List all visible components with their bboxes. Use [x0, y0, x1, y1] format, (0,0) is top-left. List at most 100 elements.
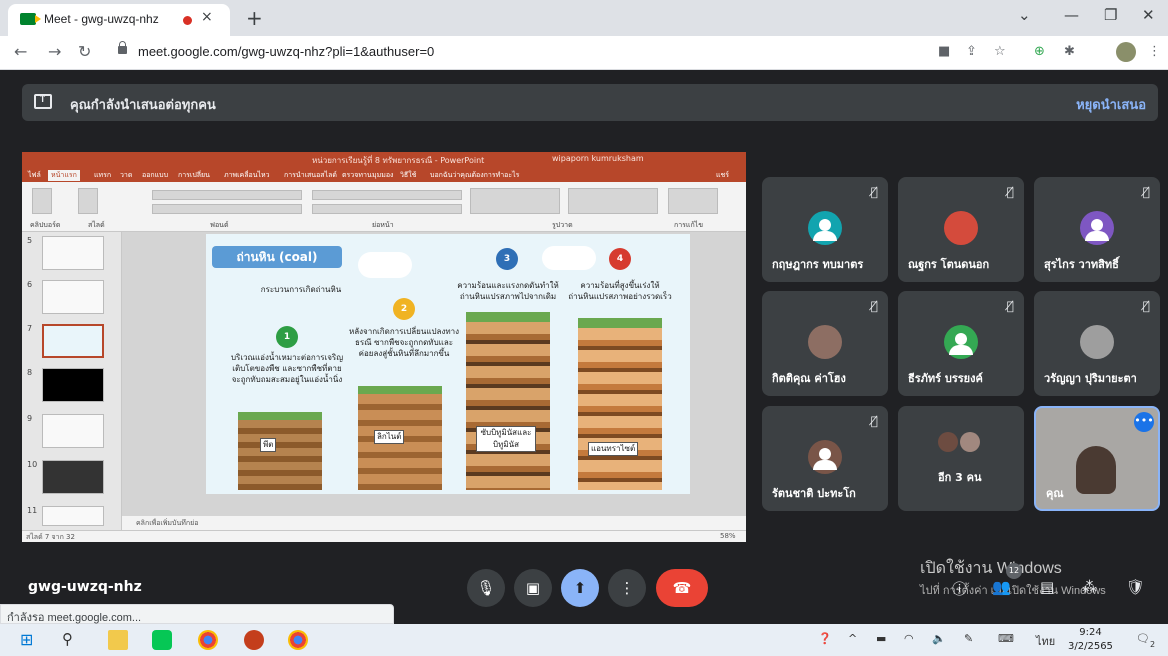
taskbar-clock[interactable]: 9:24 3/2/2565	[1068, 626, 1113, 654]
slide-thumbnail[interactable]	[42, 506, 104, 526]
forward-icon[interactable]: →	[48, 42, 61, 61]
close-window-button[interactable]: ✕	[1142, 6, 1155, 24]
participant-tile[interactable]: 🎙̸ ธีรภัทร์ บรรยงค์	[898, 291, 1024, 396]
notification-count: 2	[1150, 640, 1156, 649]
anthracite-layer	[578, 318, 662, 490]
file-explorer-icon[interactable]	[108, 630, 128, 650]
present-button[interactable]: ⬆	[561, 569, 599, 607]
chat-icon[interactable]: ▤	[1040, 578, 1054, 596]
leave-call-button[interactable]: ☎	[656, 569, 708, 607]
slide-thumbnail[interactable]	[42, 236, 104, 270]
step-number: 2	[393, 298, 415, 320]
powerpoint-title: หน่วยการเรียนรู้ที่ 8 ทรัพยากรธรณี - Pow…	[312, 156, 485, 165]
lock-icon[interactable]	[118, 41, 127, 54]
step-text: หลังจากเกิดการเปลี่ยนแปลงทางธรณี ซากพืชจ…	[348, 327, 460, 358]
self-view-tile[interactable]: ••• คุณ	[1034, 406, 1160, 511]
presenting-banner: คุณกำลังนำเสนอต่อทุกคน หยุดนำเสนอ	[22, 84, 1158, 121]
slide-number: 7	[27, 324, 33, 333]
browser-tab[interactable]: Meet - gwg-uwzq-nhz ×	[8, 4, 230, 36]
pen-icon[interactable]: ✎	[964, 632, 973, 645]
restore-button[interactable]: ❐	[1104, 6, 1117, 24]
info-icon[interactable]: ⓘ	[952, 578, 967, 599]
bookmark-star-icon[interactable]: ☆	[994, 44, 1006, 59]
more-options-button[interactable]: ⋮	[608, 569, 646, 607]
chrome-icon[interactable]	[288, 630, 308, 650]
participant-tile[interactable]: 🎙̸ วรัญญา ปุริมายะตา	[1034, 291, 1160, 396]
search-icon[interactable]: ⚲	[62, 630, 82, 650]
stage-tag: พีต	[260, 438, 277, 452]
participant-count-badge: 12	[1006, 563, 1022, 579]
slide[interactable]: ถ่านหิน (coal) กระบวนการเกิดถ่านหิน 1 บร…	[206, 234, 690, 494]
line-app-icon[interactable]	[152, 630, 172, 650]
present-screen-icon	[34, 92, 52, 109]
browser-toolbar: ← → ↻ meet.google.com/gwg-uwzq-nhz?pli=1…	[0, 36, 1168, 70]
zoom-level: 58%	[720, 532, 736, 540]
network-icon[interactable]: ◠	[904, 632, 914, 645]
keyboard-icon[interactable]: ⌨	[998, 632, 1014, 645]
participant-name: ธีรภัทร์ บรรยงค์	[908, 372, 983, 385]
paragraph-box	[312, 190, 462, 200]
more-options-icon[interactable]: •••	[1134, 412, 1154, 432]
windows-taskbar: ⊞ ⚲ ❓ ^ ▬ ◠ 🔈 ✎ ⌨ ไทย 9:24 3/2/2565 🗨 2	[0, 624, 1168, 656]
browser-tab-strip: Meet - gwg-uwzq-nhz × + ⌄ — ❐ ✕	[0, 0, 1168, 36]
participant-tile[interactable]: 🎙̸ กฤษฎากร ทบมาตร	[762, 177, 888, 282]
participant-name: คุณ	[1046, 487, 1064, 500]
pp-menu-item: วาด	[120, 171, 133, 179]
notification-icon[interactable]: 🗨	[1136, 632, 1150, 645]
profile-avatar[interactable]	[1116, 42, 1136, 62]
tab-search-icon[interactable]: ⌄	[1018, 6, 1031, 24]
tab-close-button[interactable]: ×	[201, 9, 213, 25]
stop-presenting-button[interactable]: หยุดนำเสนอ	[1076, 94, 1146, 115]
camera-in-use-icon[interactable]: ■	[938, 44, 950, 59]
font-format-box	[152, 204, 302, 214]
extension-icon[interactable]: ⊕	[1034, 44, 1045, 59]
input-language[interactable]: ไทย	[1036, 632, 1055, 650]
slide-subtitle: กระบวนการเกิดถ่านหิน	[260, 285, 342, 294]
volume-icon[interactable]: 🔈	[932, 632, 946, 645]
avatar	[944, 325, 978, 359]
step-number: 4	[609, 248, 631, 270]
reload-icon[interactable]: ↻	[78, 42, 91, 61]
mic-button[interactable]: 🎙	[467, 569, 505, 607]
participant-tile[interactable]: 🎙̸ รัตนชาติ ปะทะโก	[762, 406, 888, 511]
slide-thumbnail[interactable]	[42, 368, 104, 402]
slide-thumbnail[interactable]	[42, 414, 104, 448]
windows-start-icon[interactable]: ⊞	[20, 630, 40, 650]
minimize-button[interactable]: —	[1064, 6, 1079, 24]
chrome-icon[interactable]	[198, 630, 218, 650]
back-icon[interactable]: ←	[14, 42, 27, 61]
windows-activation-sub: ไปที่ การตั้งค่า เพื่อเปิดใช้งาน Windows	[920, 585, 1106, 597]
font-box	[152, 190, 302, 200]
tray-chevron-icon[interactable]: ^	[848, 632, 857, 645]
participant-tile[interactable]: 🎙̸ ณฐกร โตนดนอก	[898, 177, 1024, 282]
step-number: 1	[276, 326, 298, 348]
peat-layer	[238, 412, 322, 490]
powerpoint-icon[interactable]	[244, 630, 264, 650]
activities-icon[interactable]: ⁂	[1082, 578, 1097, 596]
share-icon[interactable]: ⇪	[966, 44, 977, 59]
new-tab-button[interactable]: +	[246, 6, 263, 30]
meeting-code: gwg-uwzq-nhz	[28, 579, 142, 595]
participant-tile[interactable]: 🎙̸ สุรไกร วาทสิทธิ์	[1034, 177, 1160, 282]
avatar	[960, 432, 980, 452]
mic-off-icon: 🎙̸	[870, 299, 878, 313]
participant-tile[interactable]: 🎙̸ กิตติคุณ ค่าโฮง	[762, 291, 888, 396]
notes-pane[interactable]: คลิกเพื่อเพิ่มบันทึกย่อ	[122, 516, 746, 530]
host-controls-icon[interactable]: 🛡	[1126, 578, 1145, 596]
slide-thumbnail[interactable]	[42, 280, 104, 314]
menu-kebab-icon[interactable]: ⋮	[1148, 44, 1161, 59]
help-icon[interactable]: ❓	[818, 632, 832, 645]
quick-styles	[568, 188, 658, 214]
camera-button[interactable]: ▣	[514, 569, 552, 607]
slide-thumbnail-selected[interactable]	[42, 324, 104, 358]
slide-number: 6	[27, 280, 33, 289]
step-number: 3	[496, 248, 518, 270]
slide-thumbnail-pane: 5 6 7 8 9 10 11	[22, 232, 122, 530]
slide-thumbnail[interactable]	[42, 460, 104, 494]
extensions-puzzle-icon[interactable]: ✱	[1064, 44, 1075, 59]
participant-name: ณฐกร โตนดนอก	[908, 258, 990, 271]
battery-icon[interactable]: ▬	[876, 632, 886, 645]
people-icon[interactable]: 👥	[992, 578, 1011, 596]
shapes-gallery	[470, 188, 560, 214]
participant-tile-others[interactable]: อีก 3 คน	[898, 406, 1024, 511]
